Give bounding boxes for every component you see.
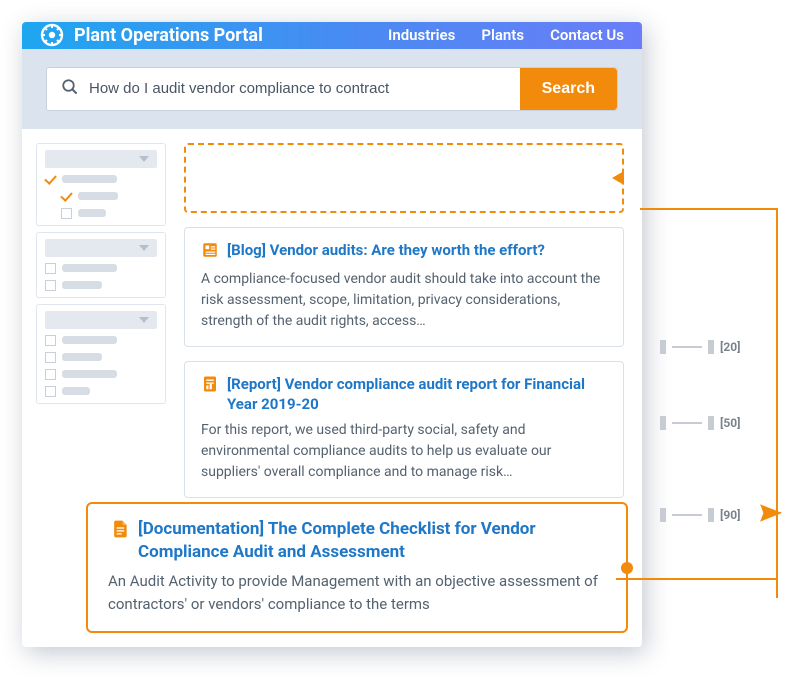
result-snippet: An Audit Activity to provide Management …	[108, 570, 606, 615]
airplane-icon	[758, 500, 784, 530]
searchbar: Search	[46, 67, 618, 111]
placeholder-text	[62, 370, 117, 378]
filter-row[interactable]	[45, 263, 157, 274]
filter-row[interactable]	[45, 191, 157, 202]
nav-contact[interactable]: Contact Us	[550, 26, 624, 44]
checkbox-checked-icon	[61, 191, 72, 202]
result-snippet: A compliance-focused vendor audit should…	[201, 269, 607, 332]
documentation-icon	[110, 519, 130, 544]
tick-handle-icon	[708, 416, 714, 430]
filter-row[interactable]	[45, 208, 157, 219]
filter-accordion[interactable]	[45, 239, 157, 257]
checkbox-icon	[45, 335, 56, 346]
report-icon	[201, 375, 219, 397]
checkbox-checked-icon	[45, 174, 56, 185]
checkbox-icon	[45, 280, 56, 291]
filter-row[interactable]	[45, 369, 157, 380]
checkbox-icon	[45, 352, 56, 363]
placeholder-text	[62, 336, 117, 344]
filter-group-3	[36, 304, 166, 404]
filter-accordion[interactable]	[45, 311, 157, 329]
result-snippet: For this report, we used third-party soc…	[201, 420, 607, 483]
placeholder-text	[62, 281, 102, 289]
result-title: [Blog] Vendor audits: Are they worth the…	[201, 240, 607, 263]
filter-group-1	[36, 143, 166, 226]
placeholder-text	[62, 264, 117, 272]
gear-logo-icon	[40, 23, 64, 47]
tick-handle-icon	[660, 416, 666, 430]
filter-accordion[interactable]	[45, 150, 157, 168]
placeholder-text	[78, 192, 118, 200]
result-title: [Documentation] The Complete Checklist f…	[108, 518, 606, 564]
filter-group-2	[36, 232, 166, 298]
placeholder-text	[78, 209, 106, 217]
checkbox-icon	[61, 208, 72, 219]
results-column: [Blog] Vendor audits: Are they worth the…	[184, 143, 628, 499]
featured-result-card[interactable]: [Documentation] The Complete Checklist f…	[86, 502, 628, 633]
searchbar-container: Search	[22, 49, 642, 129]
brand-title: Plant Operations Portal	[74, 25, 263, 46]
tick-handle-icon	[708, 340, 714, 354]
app-window: Plant Operations Portal Industries Plant…	[22, 22, 642, 647]
recommended-drop-slot[interactable]	[184, 143, 624, 213]
scale-tick: [50]	[660, 416, 740, 430]
arrow-left-icon	[612, 171, 624, 185]
tick-handle-icon	[708, 508, 714, 522]
filter-row[interactable]	[45, 352, 157, 363]
scale-tick: [90]	[660, 508, 740, 522]
placeholder-text	[62, 353, 102, 361]
scale-tick: [20]	[660, 340, 740, 354]
placeholder-text	[62, 387, 90, 395]
placeholder-text	[62, 175, 117, 183]
nav-plants[interactable]: Plants	[481, 26, 524, 44]
nav-industries[interactable]: Industries	[388, 26, 455, 44]
result-card[interactable]: [Blog] Vendor audits: Are they worth the…	[184, 227, 624, 347]
top-nav: Industries Plants Contact Us	[388, 26, 624, 44]
filter-row[interactable]	[45, 386, 157, 397]
checkbox-icon	[45, 386, 56, 397]
app-header: Plant Operations Portal Industries Plant…	[22, 22, 642, 49]
filter-row[interactable]	[45, 174, 157, 185]
filter-sidebar	[36, 143, 166, 499]
search-button[interactable]: Search	[520, 68, 617, 110]
search-icon	[61, 78, 79, 100]
filter-row[interactable]	[45, 280, 157, 291]
tick-handle-icon	[660, 508, 666, 522]
tick-handle-icon	[660, 340, 666, 354]
checkbox-icon	[45, 369, 56, 380]
filter-row[interactable]	[45, 335, 157, 346]
connector-line	[660, 208, 778, 598]
checkbox-icon	[45, 263, 56, 274]
blog-icon	[201, 241, 219, 263]
search-input[interactable]	[89, 68, 510, 110]
content-body: [Blog] Vendor audits: Are they worth the…	[22, 129, 642, 499]
result-card[interactable]: [Report] Vendor compliance audit report …	[184, 361, 624, 499]
connector-dot-icon	[621, 562, 633, 574]
result-title: [Report] Vendor compliance audit report …	[201, 374, 607, 415]
